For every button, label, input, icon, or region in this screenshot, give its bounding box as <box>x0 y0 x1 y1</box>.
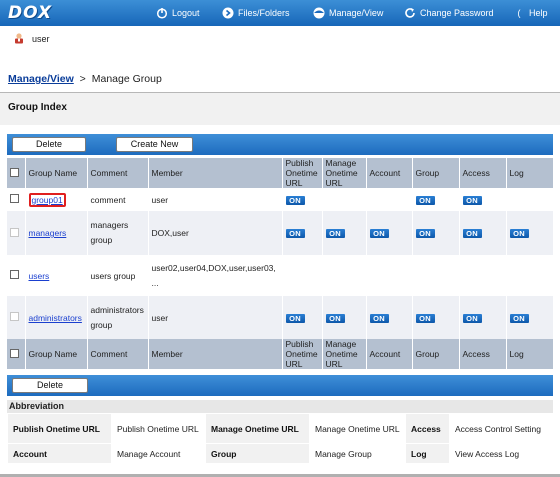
abbr-val-group: Manage Group <box>309 443 406 464</box>
col-manage-onetime-url[interactable]: Manage Onetime URL <box>322 158 367 188</box>
abbr-val-manage: Manage Onetime URL <box>309 413 406 444</box>
access-on-badge[interactable]: ON <box>462 195 482 205</box>
col-member-bottom[interactable]: Member <box>148 339 283 369</box>
breadcrumb-separator: > <box>79 73 86 85</box>
col-group-bottom[interactable]: Group <box>412 339 460 369</box>
table-header-row: Group Name Comment Member Publish Onetime… <box>7 158 554 188</box>
abbr-val-log: View Access Log <box>449 443 554 464</box>
top-bar: DOX Logout Files/Folders Manage/View Cha… <box>0 0 560 26</box>
row-checkbox[interactable] <box>10 194 19 203</box>
logout-icon <box>156 7 168 19</box>
abbr-key-account: Account <box>7 443 112 464</box>
top-button-bar: Delete Create New <box>7 134 553 155</box>
table-row: group01 comment user ON ON ON <box>7 188 554 211</box>
manage-icon <box>313 7 325 19</box>
breadcrumb-manage-view-link[interactable]: Manage/View <box>8 73 74 85</box>
col-comment-bottom[interactable]: Comment <box>87 339 149 369</box>
group-on-badge[interactable]: ON <box>415 229 435 238</box>
account-on-badge[interactable]: ON <box>369 229 389 238</box>
row-comment: comment <box>87 188 149 211</box>
help-icon: ( <box>517 8 521 18</box>
table-row: administrators administrators group user … <box>7 296 554 339</box>
abbr-key-manage: Manage Onetime URL <box>205 413 310 444</box>
col-publish-onetime-url-bottom[interactable]: Publish Onetime URL <box>282 339 323 369</box>
row-comment: administrators group <box>87 296 149 339</box>
account-on-badge[interactable]: ON <box>369 313 389 323</box>
row-comment: managers group <box>87 211 149 255</box>
manage-on-badge[interactable]: ON <box>325 229 345 238</box>
col-access[interactable]: Access <box>459 158 507 188</box>
col-account-bottom[interactable]: Account <box>366 339 413 369</box>
group-link-users[interactable]: users <box>29 271 50 281</box>
access-on-badge[interactable]: ON <box>462 313 482 323</box>
group-link-managers[interactable]: managers <box>29 228 67 238</box>
abbr-key-publish: Publish Onetime URL <box>7 413 112 444</box>
nav-logout[interactable]: Logout <box>156 0 200 26</box>
row-checkbox <box>10 227 19 237</box>
col-access-bottom[interactable]: Access <box>459 339 507 369</box>
breadcrumb: Manage/View > Manage Group <box>8 73 162 85</box>
group-on-badge[interactable]: ON <box>415 195 435 205</box>
group-link-group01[interactable]: group01 <box>28 192 66 207</box>
nav-help[interactable]: ( Help <box>513 0 548 26</box>
table-row: managers managers group DOX,user ON ON ON… <box>7 211 554 255</box>
col-member[interactable]: Member <box>148 158 283 188</box>
nav-change-password[interactable]: Change Password <box>404 0 494 26</box>
manage-on-badge[interactable]: ON <box>325 313 345 323</box>
select-all-checkbox[interactable] <box>10 167 19 177</box>
col-manage-onetime-url-bottom[interactable]: Manage Onetime URL <box>322 339 367 369</box>
log-on-badge[interactable]: ON <box>509 313 529 323</box>
access-on-badge[interactable]: ON <box>462 229 482 238</box>
col-account[interactable]: Account <box>366 158 413 188</box>
col-log-bottom[interactable]: Log <box>506 339 554 369</box>
select-all-checkbox-bottom[interactable] <box>10 348 19 358</box>
col-comment[interactable]: Comment <box>87 158 149 188</box>
group-table: Group Name Comment Member Publish Onetime… <box>7 158 554 369</box>
publish-on-badge[interactable]: ON <box>285 195 305 205</box>
abbr-val-account: Manage Account <box>111 443 206 464</box>
abbreviation-table: Publish Onetime URL Publish Onetime URL … <box>7 413 554 464</box>
publish-on-badge[interactable]: ON <box>285 229 305 238</box>
row-checkbox[interactable] <box>10 270 19 279</box>
abbr-key-log: Log <box>405 443 450 464</box>
section-header: Group Index <box>0 92 560 125</box>
abbr-val-access: Access Control Setting <box>449 413 554 444</box>
row-member: user <box>148 188 283 211</box>
breadcrumb-current: Manage Group <box>91 73 162 85</box>
delete-button-top[interactable]: Delete <box>12 137 86 152</box>
bottom-button-bar: Delete <box>7 375 553 396</box>
row-checkbox <box>10 312 19 321</box>
publish-on-badge[interactable]: ON <box>285 313 305 323</box>
abbr-key-group: Group <box>205 443 310 464</box>
abbr-key-access: Access <box>405 413 450 444</box>
table-footer-header-row: Group Name Comment Member Publish Onetime… <box>7 339 554 369</box>
col-group[interactable]: Group <box>412 158 460 188</box>
app-logo: DOX <box>8 3 53 23</box>
delete-button-bottom[interactable]: Delete <box>12 378 88 393</box>
abbreviation-title: Abbreviation <box>7 400 553 413</box>
user-name: user <box>32 33 50 44</box>
row-member: user02,user04,DOX,user,user03,... <box>148 255 283 296</box>
table-row: users users group user02,user04,DOX,user… <box>7 255 554 296</box>
nav-manage-view[interactable]: Manage/View <box>313 0 383 26</box>
row-member: DOX,user <box>148 211 283 255</box>
create-new-button[interactable]: Create New <box>116 137 193 152</box>
nav-files-folders[interactable]: Files/Folders <box>222 0 290 26</box>
col-group-name[interactable]: Group Name <box>25 158 88 188</box>
group-on-badge[interactable]: ON <box>415 313 435 323</box>
col-publish-onetime-url[interactable]: Publish Onetime URL <box>282 158 323 188</box>
col-group-name-bottom[interactable]: Group Name <box>25 339 88 369</box>
row-member: user <box>148 296 283 339</box>
refresh-icon <box>404 7 416 19</box>
page-title: Group Index <box>8 102 67 113</box>
current-user: user <box>14 33 50 44</box>
user-icon <box>14 33 24 44</box>
log-on-badge[interactable]: ON <box>509 229 529 238</box>
col-log[interactable]: Log <box>506 158 554 188</box>
abbr-val-publish: Publish Onetime URL <box>111 413 206 444</box>
group-link-administrators[interactable]: administrators <box>29 313 82 323</box>
row-comment: users group <box>87 255 149 296</box>
folders-icon <box>222 7 234 19</box>
